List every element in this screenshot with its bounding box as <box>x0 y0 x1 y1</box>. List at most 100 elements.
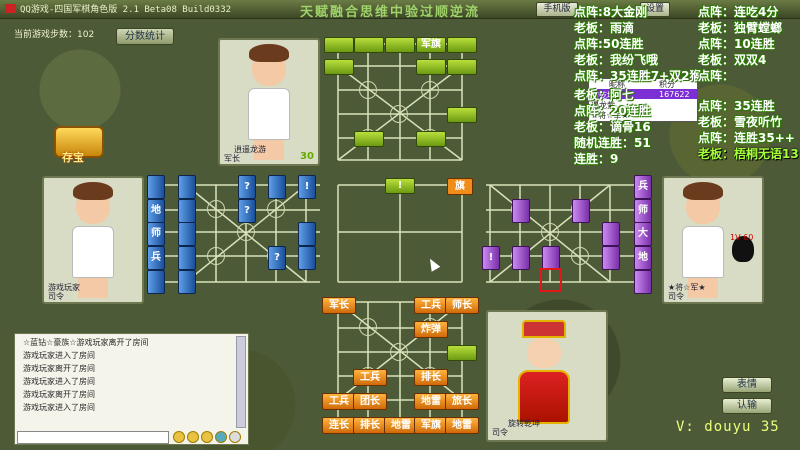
overlay-line: 老板：阿七 <box>574 88 635 102</box>
left-piece[interactable] <box>298 246 316 270</box>
action-icon[interactable] <box>201 431 213 443</box>
overlay-line: 老板：梧桐无语13 <box>698 147 799 161</box>
left-piece[interactable]: ! <box>298 175 316 199</box>
chat-scrollbar[interactable] <box>236 336 246 428</box>
left-piece[interactable]: ? <box>238 199 256 223</box>
overlay-line: 点阵： <box>698 69 735 83</box>
top-piece[interactable] <box>324 37 354 53</box>
top-piece[interactable] <box>447 59 477 75</box>
left-piece[interactable] <box>178 199 196 223</box>
left-piece[interactable] <box>268 175 286 199</box>
bottom-piece[interactable]: 排长 <box>353 417 387 434</box>
overlay-line: 点阵:8大金刚 <box>574 5 648 19</box>
stream-watermark: V: douyu 35 <box>676 419 780 435</box>
camp[interactable] <box>390 343 408 361</box>
left-piece[interactable] <box>178 175 196 199</box>
overlay-line: 连胜：9 <box>574 152 619 166</box>
camp[interactable] <box>207 200 225 218</box>
right-piece[interactable]: 兵 <box>634 175 652 199</box>
right-piece[interactable] <box>542 246 560 270</box>
overlay-line: 点阵：10连胜 <box>698 37 775 51</box>
chat-line: 游戏玩家离开了房间 <box>23 390 95 399</box>
camp[interactable] <box>390 105 408 123</box>
bottom-piece[interactable]: 工兵 <box>414 297 448 314</box>
bottom-piece[interactable]: 连长 <box>322 417 356 434</box>
chat-input[interactable] <box>17 431 169 444</box>
surrender-button[interactable]: 认输 <box>722 398 772 414</box>
right-piece[interactable] <box>634 270 652 294</box>
chat-line: 游戏玩家进入了房间 <box>23 351 95 360</box>
left-piece[interactable] <box>147 175 165 199</box>
selected-cell-highlight[interactable] <box>540 268 562 292</box>
overlay-line: 点阵:50连胜 <box>574 37 644 51</box>
bottom-piece[interactable]: 军长 <box>322 297 356 314</box>
left-piece[interactable]: ? <box>268 246 286 270</box>
camp[interactable] <box>267 200 285 218</box>
camp[interactable] <box>207 247 225 265</box>
overlay-line: 点阵：35连胜 <box>698 99 775 113</box>
top-piece[interactable] <box>324 59 354 75</box>
top-piece[interactable] <box>416 59 446 75</box>
right-piece[interactable]: 地雷 <box>634 246 652 285</box>
left-piece[interactable]: 地雷 <box>147 199 165 238</box>
bottom-piece[interactable]: 排长 <box>414 369 448 386</box>
chat-panel: ☆蓝钻☆豪族☆游戏玩家离开了房间 游戏玩家进入了房间 游戏玩家离开了房间 游戏玩… <box>14 333 249 445</box>
bottom-piece[interactable]: 军旗 <box>414 417 448 434</box>
left-piece[interactable] <box>178 222 196 246</box>
right-piece[interactable]: 大 <box>634 222 652 246</box>
emoji-icon[interactable] <box>187 431 199 443</box>
camp[interactable] <box>359 318 377 336</box>
left-piece[interactable] <box>178 270 196 294</box>
top-flag-piece[interactable]: 军旗 <box>416 37 446 53</box>
chat-line: 游戏玩家离开了房间 <box>23 364 95 373</box>
overlay-line: 老板：雨滴 <box>574 21 635 35</box>
center-flag-piece[interactable]: 旗 <box>447 178 473 195</box>
bottom-piece[interactable]: 地雷 <box>414 393 448 410</box>
right-piece[interactable] <box>512 246 530 270</box>
top-piece[interactable] <box>385 37 415 53</box>
camp[interactable] <box>237 223 255 241</box>
left-piece[interactable] <box>298 222 316 246</box>
voice-icon[interactable] <box>215 431 227 443</box>
bottom-piece[interactable]: 旅长 <box>445 393 479 410</box>
left-piece[interactable] <box>178 246 196 270</box>
bottom-piece[interactable]: 炸弹 <box>414 321 448 338</box>
smiley-icon[interactable] <box>173 431 185 443</box>
right-piece[interactable]: 师 <box>634 199 652 223</box>
right-piece[interactable] <box>572 199 590 223</box>
top-piece[interactable] <box>447 37 477 53</box>
camp[interactable] <box>359 81 377 99</box>
left-piece[interactable]: 兵 <box>147 246 165 270</box>
right-piece[interactable]: ! <box>482 246 500 270</box>
bottom-piece[interactable]: 地雷 <box>445 417 479 434</box>
right-piece[interactable] <box>512 199 530 223</box>
left-piece[interactable]: ? <box>238 175 256 199</box>
center-mark-piece[interactable]: ! <box>385 178 415 194</box>
bottom-green-piece[interactable] <box>447 345 477 361</box>
chat-line: 游戏玩家进入了房间 <box>23 377 95 386</box>
chat-line: ☆蓝钻☆豪族☆游戏玩家离开了房间 <box>23 338 149 347</box>
overlay-line: 老板：谪骨16 <box>574 120 651 134</box>
camp[interactable] <box>421 81 439 99</box>
bottom-piece[interactable]: 工兵 <box>322 393 356 410</box>
bottom-piece[interactable]: 师长 <box>445 297 479 314</box>
top-piece[interactable] <box>354 37 384 53</box>
left-piece[interactable] <box>147 270 165 294</box>
settings-icon[interactable] <box>229 431 241 443</box>
bottom-piece[interactable]: 地雷 <box>384 417 418 434</box>
right-piece[interactable] <box>602 246 620 270</box>
chat-line: 游戏玩家进入了房间 <box>23 403 95 412</box>
left-piece[interactable]: 师 <box>147 222 165 246</box>
top-piece[interactable] <box>354 131 384 147</box>
emote-button[interactable]: 表情 <box>722 377 772 393</box>
overlay-line: 点阵：连吃4分 <box>698 5 779 19</box>
top-piece[interactable] <box>447 107 477 123</box>
camp[interactable] <box>571 247 589 265</box>
top-piece[interactable] <box>416 131 446 147</box>
overlay-line: 老板：我纷飞哦 <box>574 53 659 67</box>
right-piece[interactable] <box>602 222 620 246</box>
bottom-piece[interactable]: 工兵 <box>353 369 387 386</box>
bottom-piece[interactable]: 团长 <box>353 393 387 410</box>
overlay-line: 老板：独臂螳螂 <box>698 21 783 35</box>
camp[interactable] <box>541 223 559 241</box>
